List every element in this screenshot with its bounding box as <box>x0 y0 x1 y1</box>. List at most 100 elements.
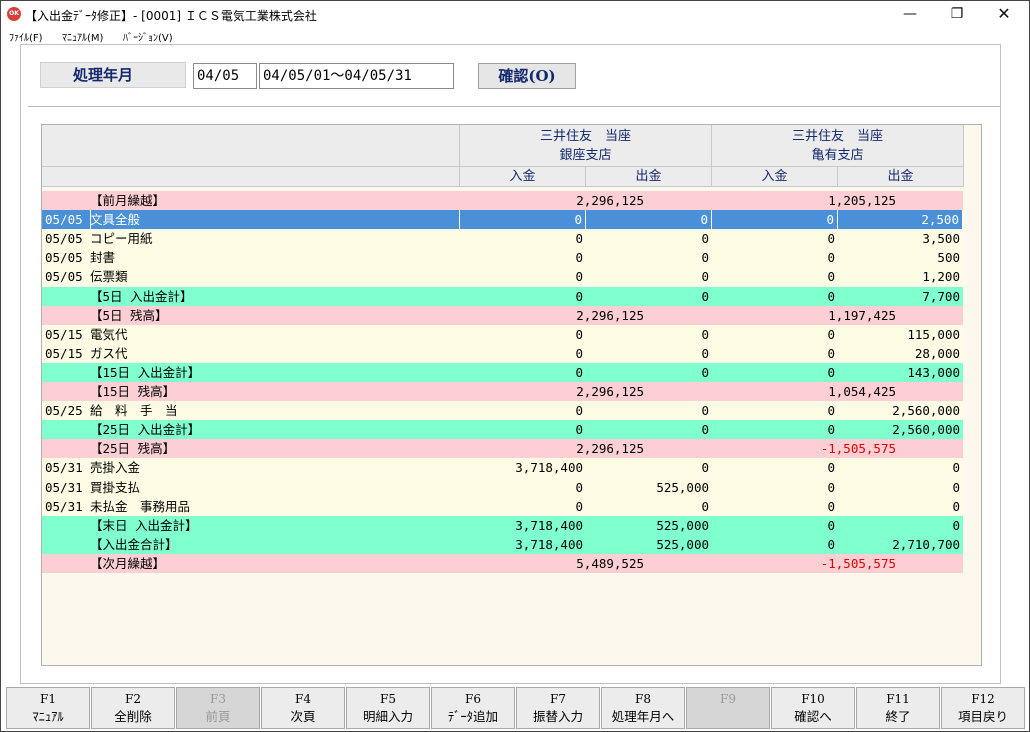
row-date[interactable]: 05/31 <box>45 478 91 497</box>
row-date[interactable]: 05/05 <box>45 229 91 248</box>
account-1-out[interactable]: 0 <box>586 267 712 286</box>
row-description[interactable]: 文具全般 <box>90 210 460 230</box>
fkey-f2-button[interactable]: F2 全削除 <box>91 687 175 729</box>
row-date[interactable]: 05/31 <box>45 458 91 477</box>
fkey-f7-button[interactable]: F7 振替入力 <box>516 687 600 729</box>
row-date[interactable]: 05/31 <box>45 497 91 516</box>
row-description[interactable]: 伝票類 <box>90 267 460 286</box>
account-2-in[interactable]: 0 <box>712 497 838 516</box>
menu-version[interactable]: ﾊﾞｰｼﾞｮﾝ(V) <box>123 29 173 44</box>
account-1-in[interactable]: 0 <box>460 325 586 344</box>
account-2-in[interactable]: 0 <box>712 458 838 477</box>
account-1-in[interactable]: 0 <box>460 401 586 420</box>
confirm-button[interactable]: 確認(O) <box>478 63 576 89</box>
account-1-in[interactable]: 3,718,400 <box>460 458 586 477</box>
fkey-f12-button[interactable]: F12 項目戻り <box>941 687 1025 729</box>
subtotal-row: 【末日 入出金計】 3,718,400 525,000 0 0 <box>42 515 963 535</box>
row-date <box>45 516 91 535</box>
year-month-field[interactable]: 04/05 <box>193 63 257 89</box>
menu-file[interactable]: ﾌｧｲﾙ(F) <box>9 29 43 44</box>
table-row[interactable]: 05/31 売掛入金 3,718,400 0 0 0 <box>42 458 963 478</box>
account-2-out[interactable]: 3,500 <box>838 229 963 248</box>
balance-row: 【前月繰越】 2,296,125 1,205,125 <box>42 191 963 210</box>
divider <box>28 106 1000 107</box>
account-2-out: 2,710,700 <box>892 536 960 552</box>
table-row[interactable]: 05/25 給 料 手 当 0 0 0 2,560,000 <box>42 401 963 421</box>
account-2-out[interactable]: 0 <box>838 497 963 516</box>
account-1-in[interactable]: 0 <box>460 497 586 516</box>
account-2-in[interactable]: 0 <box>712 248 838 267</box>
account-1-out-header: 出金 <box>586 167 712 187</box>
minimize-button[interactable]: — <box>887 1 933 29</box>
account-1-out[interactable]: 0 <box>586 401 712 420</box>
row-description: 【15日 入出金計】 <box>90 364 201 380</box>
account-2-in[interactable]: 0 <box>712 267 838 286</box>
menu-manual[interactable]: ﾏﾆｭｱﾙ(M) <box>62 29 103 44</box>
table-row[interactable]: 05/31 未払金 事務用品 0 0 0 0 <box>42 496 963 516</box>
row-date[interactable]: 05/15 <box>45 344 91 363</box>
account-2-out-header: 出金 <box>838 167 964 187</box>
row-description[interactable]: 未払金 事務用品 <box>90 497 460 516</box>
account-2-out[interactable]: 1,200 <box>838 267 963 286</box>
table-row[interactable]: 05/05 コピー用紙 0 0 0 3,500 <box>42 229 963 249</box>
account-2-out[interactable]: 0 <box>838 478 963 497</box>
row-date[interactable]: 05/15 <box>45 325 91 344</box>
fkey-f5-button[interactable]: F5 明細入力 <box>346 687 430 729</box>
account-2-in[interactable]: 0 <box>712 229 838 248</box>
account-1-out[interactable]: 0 <box>586 248 712 267</box>
fkey-f11-button[interactable]: F11 終了 <box>856 687 940 729</box>
row-description[interactable]: 買掛支払 <box>90 478 460 497</box>
account-1-out[interactable]: 0 <box>586 229 712 248</box>
account-2-in[interactable]: 0 <box>712 325 838 344</box>
row-description[interactable]: コピー用紙 <box>90 229 460 248</box>
row-date[interactable]: 05/05 <box>45 210 91 230</box>
account-2-out[interactable]: 2,500 <box>838 210 963 230</box>
account-2-out[interactable]: 2,560,000 <box>838 401 963 420</box>
row-description[interactable]: 給 料 手 当 <box>90 401 460 420</box>
account-2-in[interactable]: 0 <box>712 478 838 497</box>
account-2-out[interactable]: 115,000 <box>838 325 963 344</box>
fkey-f6-button[interactable]: F6 ﾃﾞｰﾀ追加 <box>431 687 515 729</box>
table-row[interactable]: 05/15 ガス代 0 0 0 28,000 <box>42 343 963 363</box>
table-row[interactable]: 05/05 文具全般 0 0 0 2,500 <box>42 210 963 230</box>
account-2-out[interactable]: 0 <box>838 458 963 477</box>
fkey-f10-button[interactable]: F10 確認へ <box>771 687 855 729</box>
row-description[interactable]: 電気代 <box>90 325 460 344</box>
fkey-f4-button[interactable]: F4 次頁 <box>261 687 345 729</box>
account-1-in[interactable]: 0 <box>460 267 586 286</box>
table-row[interactable]: 05/05 封書 0 0 0 500 <box>42 248 963 268</box>
close-button[interactable]: ✕ <box>981 1 1027 29</box>
account-2-out[interactable]: 500 <box>838 248 963 267</box>
account-1-out[interactable]: 0 <box>586 344 712 363</box>
table-row[interactable]: 05/15 電気代 0 0 0 115,000 <box>42 324 963 344</box>
account-1-in[interactable]: 0 <box>460 210 586 230</box>
account-2-in[interactable]: 0 <box>712 210 838 230</box>
account-1-in[interactable]: 0 <box>460 229 586 248</box>
row-description[interactable]: ガス代 <box>90 344 460 363</box>
table-row[interactable]: 05/31 買掛支払 0 525,000 0 0 <box>42 477 963 497</box>
account-2-out[interactable]: 28,000 <box>838 344 963 363</box>
account-2-in[interactable]: 0 <box>712 401 838 420</box>
row-description[interactable]: 封書 <box>90 248 460 267</box>
date-range-field: 04/05/01～04/05/31 <box>259 63 454 89</box>
account-1-in[interactable]: 0 <box>460 344 586 363</box>
account-1-out[interactable]: 0 <box>586 497 712 516</box>
account-1-out[interactable]: 525,000 <box>586 478 712 497</box>
account-1-in[interactable]: 0 <box>460 478 586 497</box>
row-date[interactable]: 05/25 <box>45 401 91 420</box>
table-row[interactable]: 05/05 伝票類 0 0 0 1,200 <box>42 267 963 287</box>
maximize-button[interactable]: ❐ <box>934 1 980 29</box>
row-date[interactable]: 05/05 <box>45 267 91 286</box>
fkey-f8-button[interactable]: F8 処理年月へ <box>601 687 685 729</box>
window-title: 【入出金ﾃﾞｰﾀ修正】- [0001] ＩＣＳ電気工業株式会社 <box>25 9 317 23</box>
row-date[interactable]: 05/05 <box>45 248 91 267</box>
fkey-label: 次頁 <box>290 709 316 724</box>
fkey-label: 処理年月へ <box>611 709 675 724</box>
account-1-in[interactable]: 0 <box>460 248 586 267</box>
fkey-f1-button[interactable]: F1 ﾏﾆｭｱﾙ <box>6 687 90 729</box>
account-1-out[interactable]: 0 <box>586 325 712 344</box>
row-description[interactable]: 売掛入金 <box>90 458 460 477</box>
account-1-out[interactable]: 0 <box>586 458 712 477</box>
account-1-out[interactable]: 0 <box>586 210 712 230</box>
account-2-in[interactable]: 0 <box>712 344 838 363</box>
